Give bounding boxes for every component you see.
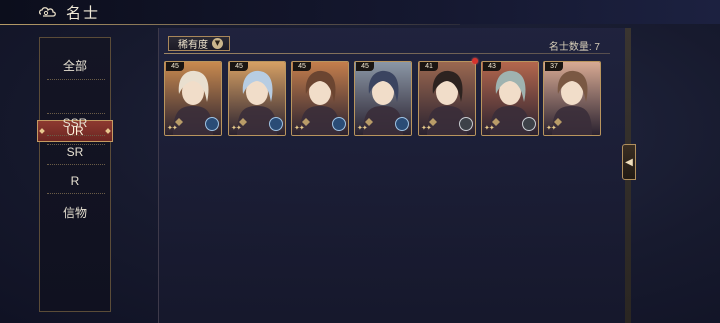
top-bar-divider [0,24,460,25]
chevron-left-icon: ◀ [625,156,633,168]
roster-count: 名士数量: 7 [548,42,600,53]
crest-icon [205,117,219,131]
sidebar-item-ssr[interactable]: SSR [40,116,110,130]
crest-icon [395,117,409,131]
crest-icon [269,117,283,131]
level-badge: 41 [420,62,438,71]
sidebar-divider [47,193,105,194]
page-title: 名士 [66,3,101,22]
crest-icon [332,117,346,131]
character-card[interactable]: 37 ✦✦ [543,61,601,136]
crest-icon [522,117,536,131]
level-badge: 43 [483,62,501,71]
sidebar-divider [47,113,105,114]
chevron-down-icon: ▼ [212,38,223,49]
sidebar-item-keepsake[interactable]: 信物 [40,204,110,221]
level-badge: 45 [166,62,184,71]
top-bar [0,0,720,24]
sidebar-item-sr[interactable]: SR [40,145,110,159]
character-card[interactable]: 41 ✦✦ [418,61,476,136]
page-header: 名士 [38,3,101,22]
sidebar-divider [47,135,105,136]
rarity-sidebar: 全部 UR SSR SR R 信物 [37,37,113,312]
star-ornament-icon: ✦✦ [357,124,368,132]
level-badge: 45 [230,62,248,71]
character-card[interactable]: 43 ✦✦ [481,61,539,136]
star-ornament-icon: ✦✦ [167,124,178,132]
collapse-panel-button[interactable]: ◀ [622,144,636,180]
cloud-swirl-icon [38,7,56,17]
star-ornament-icon: ✦✦ [484,124,495,132]
notification-dot [472,58,478,64]
sidebar-item-all[interactable]: 全部 [40,57,110,74]
level-badge: 45 [356,62,374,71]
star-ornament-icon: ✦✦ [546,124,557,132]
character-card[interactable]: 45 ✦✦ [354,61,412,136]
filter-label: 稀有度 [178,40,208,51]
character-card[interactable]: 45 ✦✦ [164,61,222,136]
level-badge: 45 [293,62,311,71]
sidebar-divider [47,164,105,165]
star-ornament-icon: ✦✦ [421,124,432,132]
character-card[interactable]: 45 ✦✦ [228,61,286,136]
sidebar-item-r[interactable]: R [40,174,110,188]
level-badge: 37 [545,62,563,71]
star-ornament-icon: ✦✦ [294,124,305,132]
filter-divider [164,53,610,54]
rarity-filter-dropdown[interactable]: 稀有度 ▼ [168,36,230,51]
sidebar-divider [47,79,105,80]
character-card[interactable]: 45 ✦✦ [291,61,349,136]
crest-icon [459,117,473,131]
star-ornament-icon: ✦✦ [231,124,242,132]
